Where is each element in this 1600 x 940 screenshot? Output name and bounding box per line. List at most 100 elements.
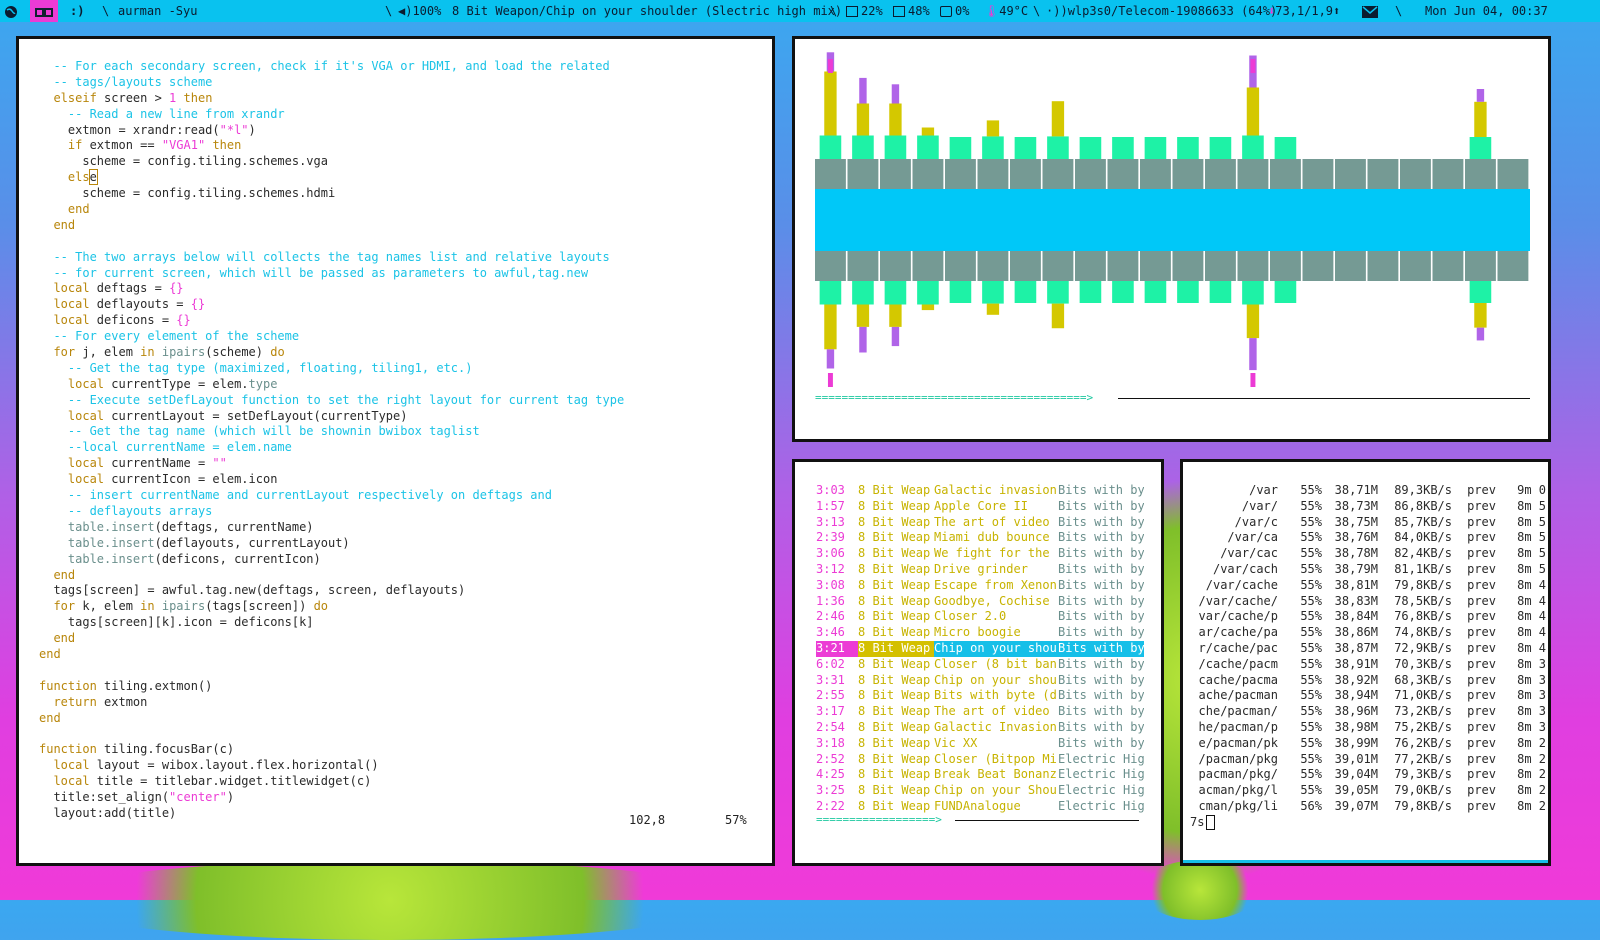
spectrum-bar (986, 303, 1000, 315)
playlist-row[interactable]: 2:46 8 Bit Weap Closer 2.0 Bits with by (816, 609, 1144, 625)
download-eta: 8m 5 (1517, 514, 1546, 529)
code-token: -- for current screen, which will be pas… (39, 265, 589, 280)
code-token: els (39, 170, 90, 185)
package-path: /var/cache (1205, 577, 1278, 592)
playlist-row[interactable]: 2:55 8 Bit Weap Bits with byte (dBits with… (816, 688, 1144, 704)
spectrum-bar (847, 159, 879, 189)
download-percent: 55% (1300, 751, 1322, 766)
code-view[interactable]: -- For each secondary screen, check if i… (19, 39, 772, 822)
code-token: -- tags/layouts scheme (39, 74, 213, 89)
workspace-1[interactable] (4, 0, 18, 22)
code-line: local deftags = {} (39, 281, 772, 297)
code-line: end (39, 202, 772, 218)
code-line: --local currentName = elem.name (39, 440, 772, 456)
memory-icon (893, 6, 905, 17)
code-token: end (39, 646, 61, 661)
code-token: end (39, 202, 90, 217)
text-cursor: e (88, 169, 98, 186)
playlist-row[interactable]: 6:02 8 Bit Weap Closer (8 bit banBits with… (816, 657, 1144, 673)
spectrum-visualizer (815, 52, 1530, 387)
spectrum-bar (1144, 281, 1167, 303)
playlist-row[interactable]: 2:39 8 Bit Weap Miami dub bounce Bits with … (816, 530, 1144, 546)
package-path: /var/ca (1227, 530, 1278, 545)
track-artist: 8 Bit Weap (858, 672, 931, 687)
playlist-row[interactable]: 1:57 8 Bit Weap Apple Core II Bits with by (816, 499, 1144, 515)
code-token: local (39, 376, 105, 391)
playlist-row[interactable]: 3:18 8 Bit Weap Vic XX Bits with by (816, 736, 1144, 752)
terminal-prompt-line[interactable]: 7s (1190, 814, 1546, 831)
code-token: local (39, 281, 90, 296)
visualizer-window[interactable]: ========================================… (792, 36, 1551, 442)
spectrum-bar (859, 77, 867, 104)
code-token: do (313, 599, 329, 614)
download-label: prev (1467, 498, 1496, 513)
workspace-3[interactable]: :) (70, 0, 84, 22)
spectrum-bar (945, 251, 976, 281)
package-path: /var/c (1234, 514, 1278, 529)
code-token: function (39, 742, 97, 757)
download-rate: 70,3KB/s (1394, 656, 1452, 671)
download-eta: 8m 2 (1517, 767, 1546, 782)
playlist-row[interactable]: 3:03 8 Bit Weap Galactic invasionBits with… (816, 483, 1144, 499)
download-rate: 77,2KB/s (1394, 751, 1452, 766)
track-duration: 2:46 (816, 609, 845, 624)
wallpaper-blob (40, 860, 740, 940)
volume-widget[interactable]: ◀)100% (398, 0, 441, 22)
playlist-row[interactable]: 4:25 8 Bit Weap Break Beat BonanzElectric … (816, 767, 1144, 783)
track-album: Bits with by (1058, 530, 1144, 545)
track-album: Bits with by (1058, 656, 1144, 671)
spectrum-bar (1010, 159, 1041, 189)
playlist[interactable]: 3:03 8 Bit Weap Galactic invasionBits with… (816, 483, 1144, 815)
code-token: end (39, 567, 76, 582)
playlist-row[interactable]: 1:36 8 Bit Weap Goodbye, Cochise Bits with … (816, 594, 1144, 610)
playlist-row[interactable]: 3:12 8 Bit Weap Drive grinder Bits with by (816, 562, 1144, 578)
track-artist: 8 Bit Weap (858, 719, 931, 734)
playlist-row[interactable]: 3:21 8 Bit Weap Chip on your shouBits with… (816, 640, 1144, 657)
playlist-row[interactable]: 2:54 8 Bit Weap Galactic InvasionBits with… (816, 720, 1144, 736)
code-line: scheme = config.tiling.schemes.hdmi (39, 186, 772, 202)
spectrum-bar (921, 127, 935, 136)
playlist-row[interactable]: 3:17 8 Bit Weap The art of video Bits with … (816, 704, 1144, 720)
playlist-row[interactable]: 3:13 8 Bit Weap The art of video Bits with … (816, 515, 1144, 531)
playlist-row[interactable]: 3:46 8 Bit Weap Micro boogie Bits with by (816, 625, 1144, 641)
package-path: /var/ (1241, 498, 1278, 513)
track-duration: 3:21 (816, 640, 858, 657)
spectrum-bar (977, 159, 1009, 189)
temperature-widget: 🌡49°C (984, 0, 1028, 22)
download-eta: 8m 3 (1517, 704, 1546, 719)
terminal-window[interactable]: /var 55% 38,71M 89,3KB/s prev 9m 0/var/55% 38,… (1180, 459, 1551, 866)
code-line: -- The two arrays below will collects th… (39, 250, 772, 266)
wifi-widget[interactable]: ·))wlp3s0/Telecom-19086633 (64%) (1046, 0, 1277, 22)
download-size: 38,84M (1334, 609, 1378, 624)
mail-icon[interactable] (1362, 0, 1378, 22)
download-percent: 55% (1300, 561, 1322, 576)
editor-window[interactable]: -- For each secondary screen, check if i… (16, 36, 775, 866)
playlist-row[interactable]: 3:06 8 Bit Weap We fight for the Bits with … (816, 546, 1144, 562)
status-bar: :) \ aurman -Syu \ ◀)100% 8 Bit Weapon/C… (0, 0, 1600, 22)
package-path: var/cache/p (1198, 609, 1278, 624)
playlist-row[interactable]: 3:08 8 Bit Weap Escape from XenonBits with… (816, 578, 1144, 594)
playlist-row[interactable]: 3:25 8 Bit Weap Chip on your ShouElectric … (816, 783, 1144, 799)
download-rate: 84,0KB/s (1394, 530, 1452, 545)
package-path: /var/cach (1212, 561, 1278, 576)
workspace-2[interactable] (30, 0, 58, 22)
clock[interactable]: Mon Jun 04, 00:37 (1425, 0, 1548, 22)
download-percent: 55% (1300, 672, 1322, 687)
code-token: title = titlebar.widget.titlewidget(c) (89, 774, 372, 789)
track-title: Micro boogie (934, 625, 1021, 640)
code-token: -- Get the tag name (which will be shown… (39, 424, 480, 439)
playlist-row[interactable]: 3:31 8 Bit Weap Chip on your shouBits with… (816, 673, 1144, 689)
cursor-position: 102,8 (629, 813, 666, 827)
download-eta: 8m 2 (1517, 798, 1546, 813)
download-row: ar/cache/pa 55% 38,86M 74,8KB/s prev 8m 4 (1190, 625, 1546, 641)
code-token: j, elem (75, 345, 141, 360)
download-size: 38,75M (1334, 514, 1378, 529)
playlist-row[interactable]: 2:52 8 Bit Weap Closer (Bitpop MiElectric … (816, 752, 1144, 768)
download-percent: 55% (1300, 783, 1322, 798)
spectrum-bar (1302, 251, 1334, 281)
spectrum-bar (1469, 281, 1492, 303)
playlist-window[interactable]: 3:03 8 Bit Weap Galactic invasionBits with… (792, 459, 1164, 866)
download-eta: 8m 2 (1517, 735, 1546, 750)
download-eta: 8m 5 (1517, 546, 1546, 561)
code-token: currentIcon = elem.icon (104, 472, 278, 487)
